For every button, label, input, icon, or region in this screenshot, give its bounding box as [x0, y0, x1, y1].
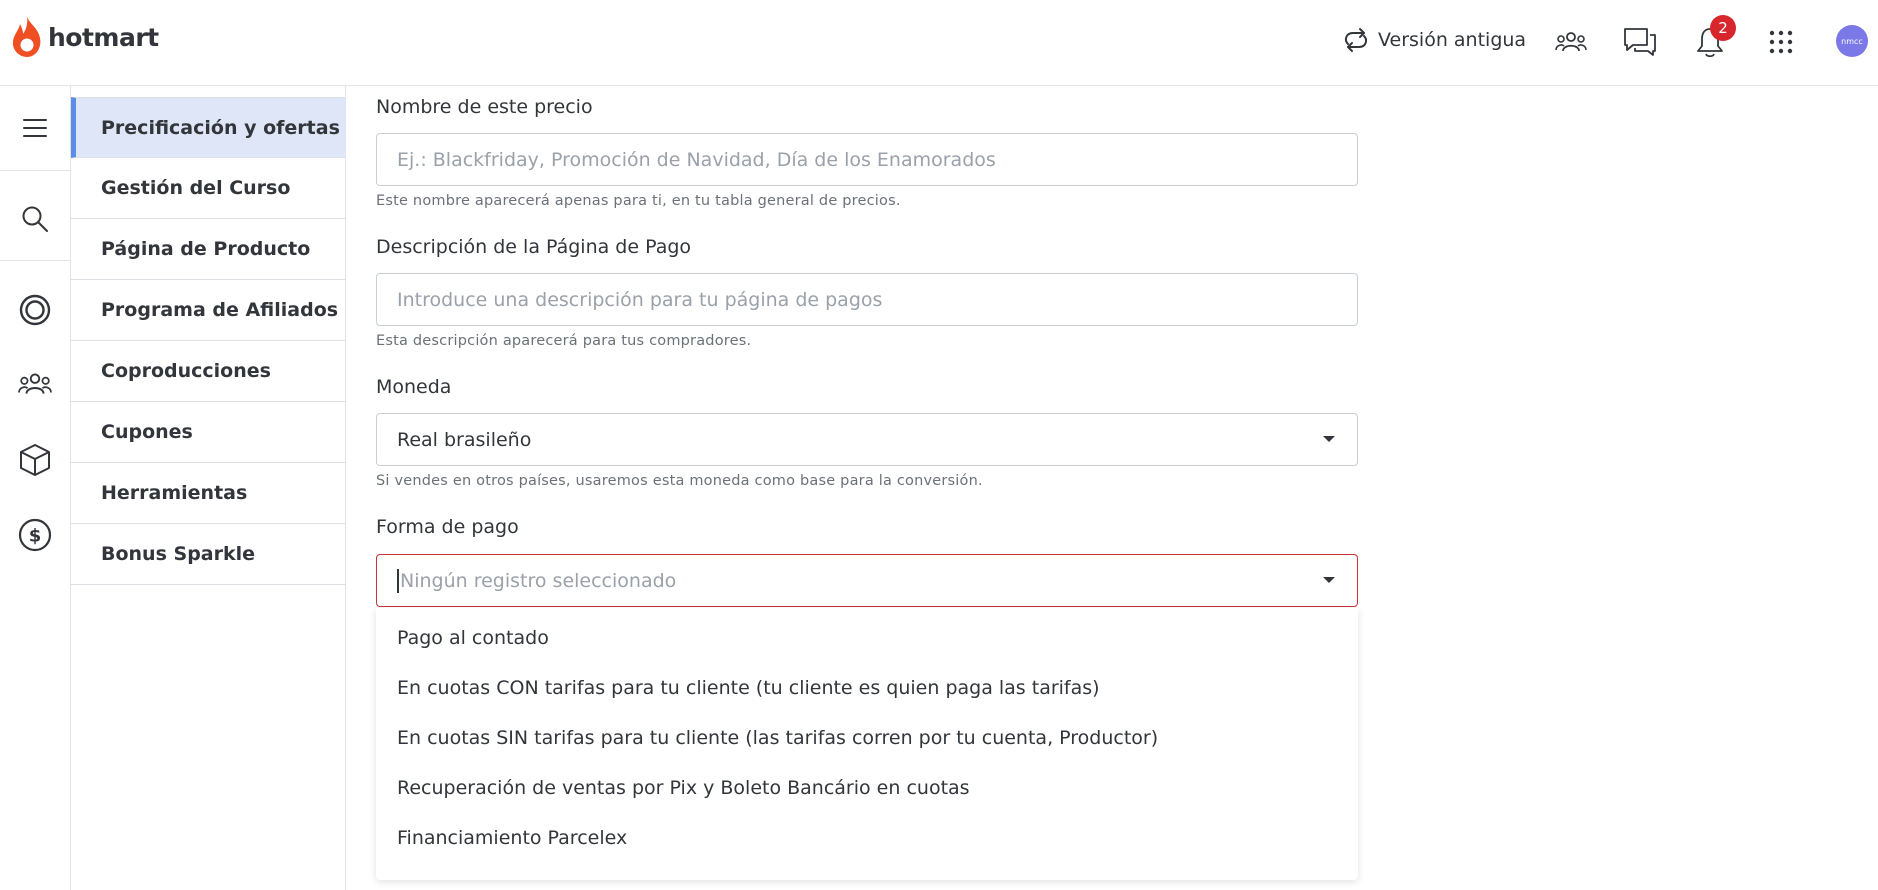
subnav-item-coupons[interactable]: Cupones: [71, 402, 346, 463]
search-icon[interactable]: [0, 197, 70, 241]
product-subnav: Precificación y ofertas Gestión del Curs…: [71, 86, 346, 890]
avatar-text: nmcc: [1841, 36, 1863, 46]
users-icon[interactable]: [0, 362, 70, 406]
apps-grid-icon[interactable]: [1763, 24, 1799, 60]
subnav-item-coproductions[interactable]: Coproducciones: [71, 341, 346, 402]
dollar-icon[interactable]: $: [0, 513, 70, 557]
menu-icon[interactable]: [0, 106, 70, 150]
currency-help: Si vendes en otros países, usaremos esta…: [376, 473, 983, 489]
price-name-label: Nombre de este precio: [376, 96, 593, 118]
payment-placeholder: Ningún registro seleccionado: [400, 569, 677, 592]
old-version-link[interactable]: Versión antigua: [1342, 27, 1526, 53]
old-version-label: Versión antigua: [1378, 29, 1527, 51]
chat-icon[interactable]: [1622, 24, 1658, 60]
payment-option[interactable]: Pago al contado: [376, 613, 1358, 663]
description-label: Descripción de la Página de Pago: [376, 236, 692, 258]
box-icon[interactable]: [0, 438, 70, 482]
currency-select[interactable]: Real brasileño: [376, 413, 1358, 466]
community-icon[interactable]: [1553, 24, 1589, 60]
subnav-item-course-management[interactable]: Gestión del Curso: [71, 158, 346, 219]
notification-badge: 2: [1710, 15, 1736, 41]
payment-option[interactable]: En cuotas SIN tarifas para tu cliente (l…: [376, 713, 1358, 763]
notifications-button[interactable]: 2: [1692, 15, 1736, 60]
people-icon: [1555, 32, 1587, 52]
switch-arrows-icon: [1344, 28, 1368, 52]
rail-divider: [0, 260, 70, 261]
currency-value: Real brasileño: [397, 428, 532, 451]
payment-option[interactable]: Recuperación de ventas por Pix y Boleto …: [376, 763, 1358, 813]
payment-option[interactable]: Financiamiento Parcelex: [376, 813, 1358, 863]
subnav-item-bonus-sparkle[interactable]: Bonus Sparkle: [71, 524, 346, 585]
payment-select[interactable]: Ningún registro seleccionado: [376, 554, 1358, 607]
payment-dropdown: Pago al contado En cuotas CON tarifas pa…: [376, 608, 1358, 880]
subnav-item-affiliates[interactable]: Programa de Afiliados: [71, 280, 346, 341]
price-name-input[interactable]: Ej.: Blackfriday, Promoción de Navidad, …: [376, 133, 1358, 186]
logo-text: hotmart: [48, 22, 159, 52]
circle-icon[interactable]: [0, 288, 70, 332]
hotmart-logo[interactable]: hotmart: [10, 16, 159, 58]
flame-icon: [12, 17, 41, 57]
payment-label: Forma de pago: [376, 516, 519, 538]
subnav-item-product-page[interactable]: Página de Producto: [71, 219, 346, 280]
caret-down-icon: [1323, 577, 1335, 583]
payment-option[interactable]: En cuotas CON tarifas para tu cliente (t…: [376, 663, 1358, 713]
subnav-item-tools[interactable]: Herramientas: [71, 463, 346, 524]
subnav-item-pricing[interactable]: Precificación y ofertas: [71, 97, 346, 158]
price-name-placeholder: Ej.: Blackfriday, Promoción de Navidad, …: [397, 148, 996, 171]
icon-rail: $: [0, 86, 71, 890]
price-name-help: Este nombre aparecerá apenas para ti, en…: [376, 193, 901, 209]
description-help: Esta descripción aparecerá para tus comp…: [376, 333, 752, 349]
description-placeholder: Introduce una descripción para tu página…: [397, 288, 883, 311]
svg-text:$: $: [29, 526, 42, 547]
text-cursor: [397, 568, 399, 593]
caret-down-icon: [1323, 436, 1335, 442]
currency-label: Moneda: [376, 376, 452, 398]
top-header: hotmart Versión antigua 2 nmcc: [0, 0, 1878, 86]
grid-dots-icon: [1769, 30, 1793, 54]
description-input[interactable]: Introduce una descripción para tu página…: [376, 273, 1358, 326]
avatar[interactable]: nmcc: [1836, 25, 1868, 57]
rail-divider: [0, 170, 70, 171]
chat-bubbles-icon: [1624, 28, 1656, 56]
